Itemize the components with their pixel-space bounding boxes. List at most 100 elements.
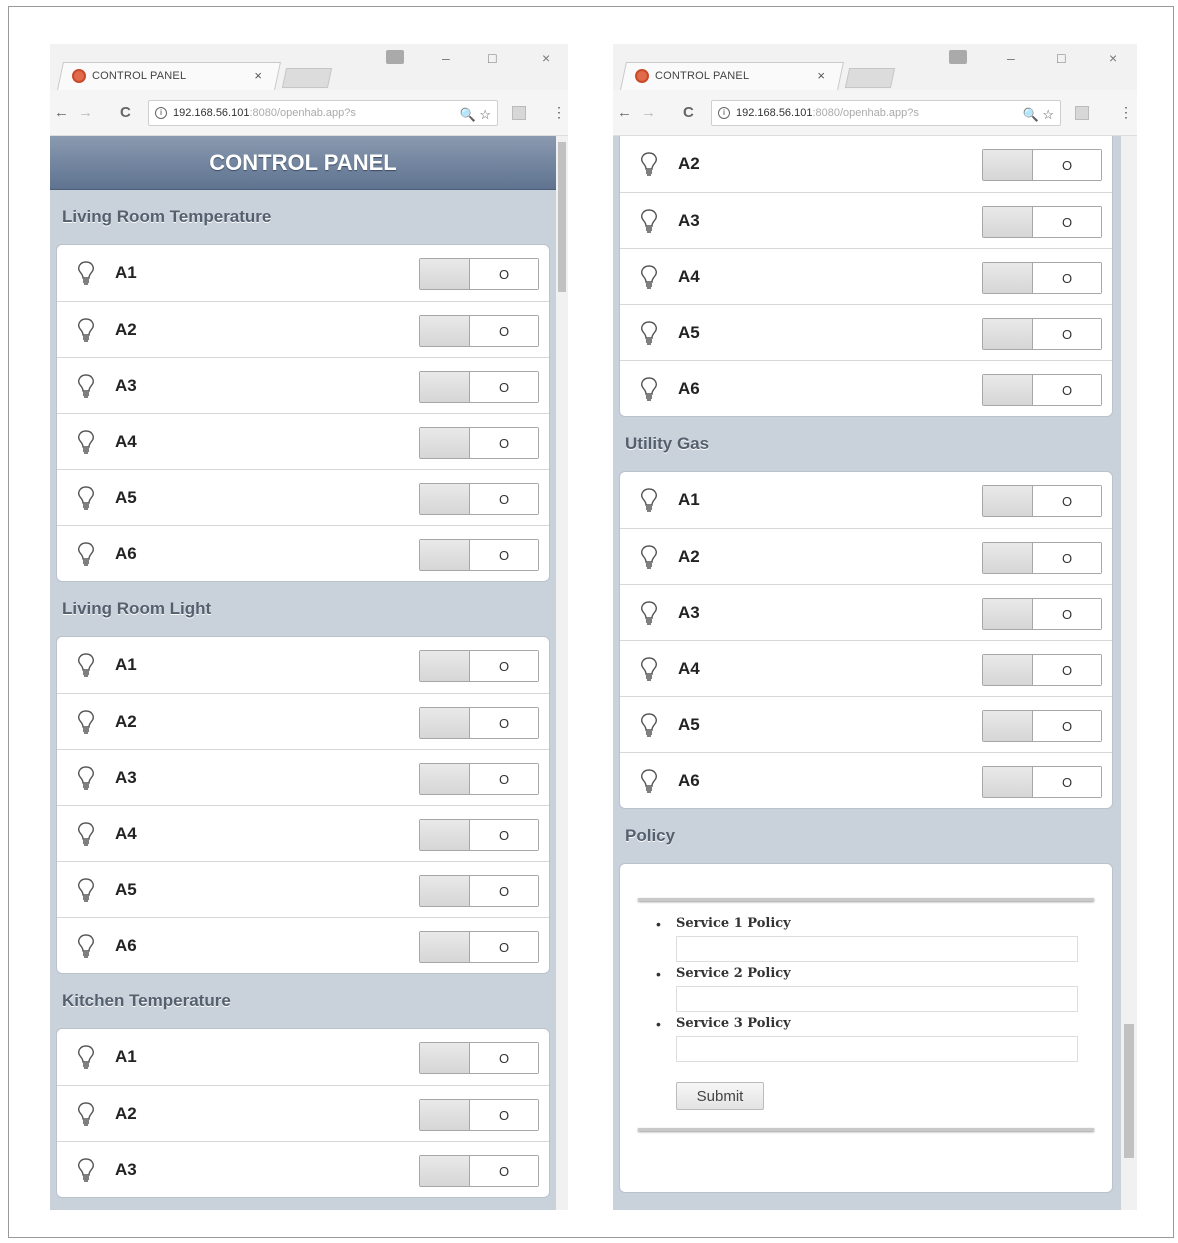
on-off-switch[interactable]: O xyxy=(419,371,539,403)
light-bulb-icon xyxy=(638,264,660,290)
browser-menu-icon[interactable]: ⋮ xyxy=(552,104,566,121)
minimize-button[interactable]: – xyxy=(442,50,450,66)
switch-track xyxy=(420,372,470,402)
on-off-switch[interactable]: O xyxy=(419,1099,539,1131)
address-bar: ← → C i 192.168.56.101:8080/openhab.app?… xyxy=(613,90,1137,136)
switch-track xyxy=(983,319,1033,349)
item-label: A3 xyxy=(115,375,137,395)
switch-item: A2 O xyxy=(57,693,549,749)
bookmark-star-icon[interactable]: ☆ xyxy=(479,107,491,122)
light-bulb-icon xyxy=(75,765,97,791)
on-off-switch[interactable]: O xyxy=(982,542,1102,574)
extension-icon[interactable] xyxy=(512,106,526,120)
policy-input[interactable] xyxy=(676,936,1078,962)
on-off-switch[interactable]: O xyxy=(982,598,1102,630)
on-off-switch[interactable]: O xyxy=(419,875,539,907)
scrollbar[interactable] xyxy=(1121,136,1137,1210)
back-arrow-icon[interactable]: ← xyxy=(617,104,632,121)
on-off-switch[interactable]: O xyxy=(982,318,1102,350)
tab-close-icon[interactable]: × xyxy=(254,68,262,83)
light-bulb-icon xyxy=(638,320,660,346)
item-label: A1 xyxy=(678,490,700,509)
forward-arrow-icon[interactable]: → xyxy=(78,104,93,121)
scrollbar[interactable] xyxy=(556,136,568,1210)
on-off-switch[interactable]: O xyxy=(419,931,539,963)
item-label: A4 xyxy=(115,823,137,843)
on-off-switch[interactable]: O xyxy=(982,206,1102,238)
switch-state: O xyxy=(470,708,538,738)
submit-button[interactable]: Submit xyxy=(676,1082,764,1110)
info-icon[interactable]: i xyxy=(718,107,730,119)
item-label: A6 xyxy=(678,770,700,790)
on-off-switch[interactable]: O xyxy=(982,485,1102,517)
light-bulb-icon xyxy=(638,712,660,738)
switch-state: O xyxy=(470,1100,538,1130)
on-off-switch[interactable]: O xyxy=(419,427,539,459)
on-off-switch[interactable]: O xyxy=(419,763,539,795)
browser-menu-icon[interactable]: ⋮ xyxy=(1119,104,1133,121)
on-off-switch[interactable]: O xyxy=(982,374,1102,406)
reload-icon[interactable]: C xyxy=(120,104,131,121)
item-label: A2 xyxy=(115,1103,137,1123)
url-input[interactable]: i 192.168.56.101:8080/openhab.app?s 🔍 ☆ xyxy=(711,100,1061,126)
info-icon[interactable]: i xyxy=(155,107,167,119)
policy-item: Service 1 Policy xyxy=(656,916,1078,962)
openhab-favicon-icon xyxy=(72,69,86,83)
on-off-switch[interactable]: O xyxy=(982,710,1102,742)
on-off-switch[interactable]: O xyxy=(982,654,1102,686)
item-label: A2 xyxy=(115,711,137,731)
maximize-button[interactable]: □ xyxy=(1057,50,1065,66)
zoom-icon[interactable]: 🔍 xyxy=(1023,107,1039,122)
policy-input[interactable] xyxy=(676,1036,1078,1062)
user-profile-icon[interactable] xyxy=(949,50,967,64)
maximize-button[interactable]: □ xyxy=(488,50,496,66)
reload-icon[interactable]: C xyxy=(683,104,694,121)
switch-state: O xyxy=(470,1043,538,1073)
new-tab-button[interactable] xyxy=(844,68,896,88)
switch-track xyxy=(420,540,470,570)
on-off-switch[interactable]: O xyxy=(419,1155,539,1187)
tab-title: CONTROL PANEL xyxy=(655,70,750,82)
policy-input[interactable] xyxy=(676,986,1078,1012)
switch-state: O xyxy=(1033,599,1101,629)
light-bulb-icon xyxy=(638,151,660,177)
page-viewport: A2 O A3 O A4 O A5 O A6 O Utility Gas A1 O A2 O A3 O A4 O A… xyxy=(613,136,1137,1210)
scrollbar-thumb[interactable] xyxy=(1124,1024,1134,1158)
tab-close-icon[interactable]: × xyxy=(817,68,825,83)
switch-track xyxy=(983,599,1033,629)
new-tab-button[interactable] xyxy=(281,68,333,88)
back-arrow-icon[interactable]: ← xyxy=(54,104,69,121)
user-profile-icon[interactable] xyxy=(386,50,404,64)
light-bulb-icon xyxy=(75,541,97,567)
close-window-button[interactable]: × xyxy=(1109,50,1117,66)
on-off-switch[interactable]: O xyxy=(419,707,539,739)
item-label: A3 xyxy=(678,602,700,622)
zoom-icon[interactable]: 🔍 xyxy=(460,107,476,122)
on-off-switch[interactable]: O xyxy=(982,149,1102,181)
on-off-switch[interactable]: O xyxy=(419,258,539,290)
on-off-switch[interactable]: O xyxy=(982,262,1102,294)
url-input[interactable]: i 192.168.56.101:8080/openhab.app?s 🔍 ☆ xyxy=(148,100,498,126)
policy-label: Service 2 Policy xyxy=(676,966,791,981)
on-off-switch[interactable]: O xyxy=(419,650,539,682)
on-off-switch[interactable]: O xyxy=(982,766,1102,798)
on-off-switch[interactable]: O xyxy=(419,539,539,571)
item-label: A6 xyxy=(678,378,700,398)
scrollbar-thumb[interactable] xyxy=(558,142,566,292)
light-bulb-icon xyxy=(75,821,97,847)
minimize-button[interactable]: – xyxy=(1007,50,1015,66)
tab-title: CONTROL PANEL xyxy=(92,70,187,82)
close-window-button[interactable]: × xyxy=(542,50,550,66)
bookmark-star-icon[interactable]: ☆ xyxy=(1042,107,1054,122)
switch-state: O xyxy=(1033,767,1101,797)
switch-item: A4 O xyxy=(620,248,1112,304)
extension-icon[interactable] xyxy=(1075,106,1089,120)
on-off-switch[interactable]: O xyxy=(419,483,539,515)
item-label: A4 xyxy=(678,266,700,286)
item-label: A4 xyxy=(678,658,700,678)
forward-arrow-icon[interactable]: → xyxy=(641,104,656,121)
on-off-switch[interactable]: O xyxy=(419,315,539,347)
on-off-switch[interactable]: O xyxy=(419,1042,539,1074)
on-off-switch[interactable]: O xyxy=(419,819,539,851)
switch-item: A5 O xyxy=(57,861,549,917)
